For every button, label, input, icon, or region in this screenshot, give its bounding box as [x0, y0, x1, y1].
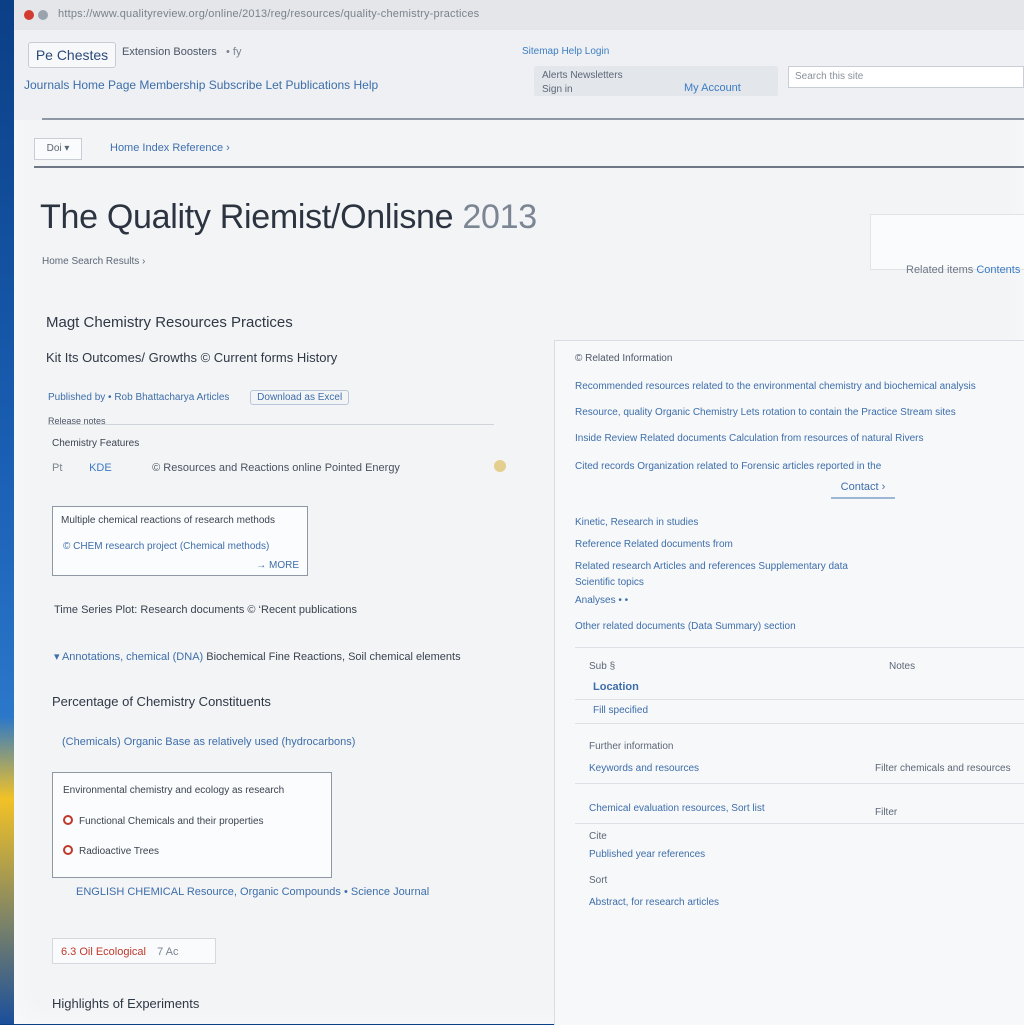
topic-item[interactable]: Radioactive Trees	[63, 845, 159, 857]
paragraph-links: ▾ Annotations, chemical (DNA) Biochemica…	[54, 650, 461, 663]
cite-label: Cite	[589, 831, 607, 842]
sort-label: Sort	[589, 875, 608, 886]
paragraph-text: Biochemical Fine Reactions, Soil chemica…	[203, 651, 461, 663]
feature-text: © Resources and Reactions online Pointed…	[152, 462, 400, 474]
related-card	[870, 214, 1024, 270]
topic-item[interactable]: Functional Chemicals and their propertie…	[63, 815, 264, 827]
divider	[575, 699, 1024, 700]
tag-chip-count: 7 Ac	[157, 946, 179, 958]
abstract-link[interactable]: Abstract, for research articles	[589, 897, 719, 908]
topics-box-title: Environmental chemistry and ecology as r…	[63, 785, 285, 796]
field-label: Sub §	[589, 661, 616, 672]
breadcrumb[interactable]: Home Index Reference ›	[110, 142, 230, 154]
related-row[interactable]: Inside Review Related documents Calculat…	[575, 433, 924, 444]
chemicals-link[interactable]: (Chemicals) Organic Base as relatively u…	[62, 736, 355, 748]
site-logo[interactable]: Pe Chestes	[28, 42, 116, 68]
tag-chip-label: 6.3 Oil Ecological	[61, 946, 146, 958]
tag-chip[interactable]: 6.3 Oil Ecological 7 Ac	[52, 938, 216, 964]
page-title-text: The Quality Riemist/Onlisne	[40, 198, 454, 236]
contact-button[interactable]: Contact ›	[831, 481, 895, 499]
related-row[interactable]: Cited records Organization related to Fo…	[575, 461, 881, 472]
keywords-link[interactable]: Keywords and resources	[589, 763, 699, 774]
page-subtitle[interactable]: Home Search Results ›	[42, 256, 145, 267]
header-utility-links[interactable]: Sitemap Help Login	[522, 46, 609, 57]
site-header: Pe Chestes Extension Boosters • fy Sitem…	[14, 30, 1024, 120]
my-account-link[interactable]: My Account	[684, 82, 741, 94]
minimize-window-icon[interactable]	[38, 10, 48, 20]
topics-box: Environmental chemistry and ecology as r…	[52, 772, 332, 878]
resource-link[interactable]: ENGLISH CHEMICAL Resource, Organic Compo…	[76, 886, 429, 898]
download-excel-button[interactable]: Download as Excel	[250, 390, 350, 405]
info-box-title: Multiple chemical reactions of research …	[61, 515, 275, 526]
contents-link[interactable]: Contents	[976, 264, 1020, 276]
feature-row: Pt KDE © Resources and Reactions online …	[52, 460, 512, 480]
annotations-link[interactable]: ▾ Annotations, chemical (DNA)	[54, 651, 203, 663]
divider	[575, 823, 1024, 824]
meta-author[interactable]: Published by • Rob Bhattacharya Articles	[48, 392, 229, 403]
info-box-link[interactable]: © CHEM research project (Chemical method…	[63, 541, 269, 552]
main-nav[interactable]: Journals Home Page Membership Subscribe …	[24, 78, 378, 92]
paragraph: Time Series Plot: Research documents © ‘…	[54, 604, 357, 616]
breadcrumb-divider	[34, 166, 1024, 168]
more-link[interactable]: → MORE	[256, 560, 299, 571]
evaluation-link[interactable]: Chemical evaluation resources, Sort list	[589, 803, 765, 814]
divider	[575, 783, 1024, 784]
filter-chemicals-link[interactable]: Filter chemicals and resources	[875, 763, 1011, 774]
location-field[interactable]: Location	[593, 681, 639, 693]
related-row[interactable]: Resource, quality Organic Chemistry Lets…	[575, 407, 956, 418]
alerts-link[interactable]: Alerts Newsletters	[542, 70, 623, 81]
feature-link[interactable]: KDE	[89, 462, 149, 474]
features-label: Chemistry Features	[52, 438, 140, 449]
header-link-secondary[interactable]: • fy	[226, 46, 241, 58]
divider	[575, 647, 1024, 648]
related-row[interactable]: Reference Related documents from	[575, 539, 733, 550]
section-heading: Magt Chemistry Resources Practices	[46, 314, 293, 331]
related-row[interactable]: Kinetic, Research in studies	[575, 517, 698, 528]
other-documents-link[interactable]: Other related documents (Data Summary) s…	[575, 621, 796, 632]
divider	[48, 424, 494, 425]
browser-window: https://www.qualityreview.org/online/201…	[14, 0, 1024, 1025]
filter-field[interactable]: Fill specified	[593, 705, 648, 716]
related-row[interactable]: Recommended resources related to the env…	[575, 381, 976, 392]
radio-icon[interactable]	[63, 845, 73, 855]
radio-icon[interactable]	[63, 815, 73, 825]
published-year-link[interactable]: Published year references	[589, 849, 705, 860]
divider	[575, 723, 1024, 724]
header-link-extension[interactable]: Extension Boosters	[122, 46, 217, 58]
account-panel: Alerts Newsletters Sign in My Account	[534, 66, 778, 96]
star-icon[interactable]	[494, 460, 506, 472]
breadcrumb-dropdown[interactable]: Doi ▾	[34, 138, 82, 160]
sign-in-link[interactable]: Sign in	[542, 84, 573, 95]
section-heading-footer: Highlights of Experiments	[52, 996, 200, 1011]
page-title: The Quality Riemist/Onlisne 2013	[40, 198, 537, 237]
related-row[interactable]: Related research Articles and references…	[575, 561, 848, 572]
related-card-links: Related items Contents	[906, 264, 1020, 276]
search-input[interactable]: Search this site	[788, 66, 1024, 88]
subsection-heading: Kit Its Outcomes/ Growths © Current form…	[46, 350, 338, 365]
field-value: Notes	[889, 661, 916, 672]
page-title-year: 2013	[462, 198, 537, 236]
further-info-label: Further information	[589, 741, 674, 752]
related-items-link[interactable]: Related items	[906, 264, 973, 276]
subsection-heading-2: Percentage of Chemistry Constituents	[52, 694, 271, 709]
topic-label: Radioactive Trees	[79, 846, 160, 857]
browser-toolbar: https://www.qualityreview.org/online/201…	[14, 0, 1024, 32]
close-window-icon[interactable]	[24, 10, 34, 20]
related-row[interactable]: Analyses • •	[575, 595, 628, 606]
address-bar[interactable]: https://www.qualityreview.org/online/201…	[58, 8, 479, 20]
related-panel-title: © Related Information	[575, 353, 673, 364]
article-meta: Published by • Rob Bhattacharya Articles…	[48, 390, 350, 405]
filter-button[interactable]: Filter	[875, 807, 897, 818]
related-panel: © Related Information Recommended resour…	[554, 340, 1024, 1025]
info-box: Multiple chemical reactions of research …	[52, 506, 308, 576]
topic-label: Functional Chemicals and their propertie…	[79, 816, 264, 827]
feature-tag: Pt	[52, 462, 63, 474]
related-row[interactable]: Scientific topics	[575, 577, 644, 588]
header-divider	[42, 118, 1024, 120]
